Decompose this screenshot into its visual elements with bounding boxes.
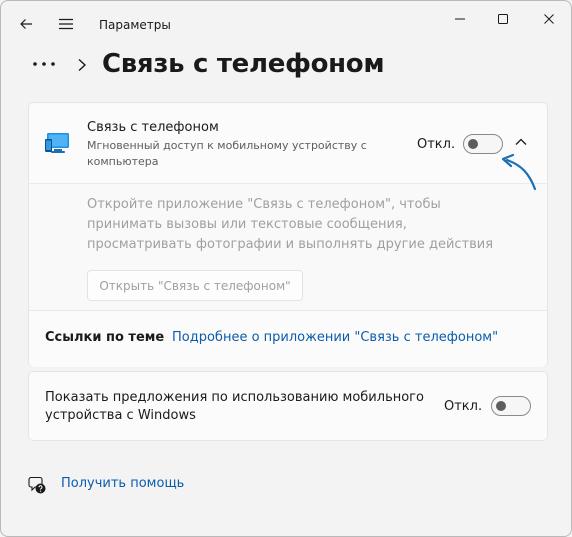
back-button[interactable] — [11, 9, 41, 39]
page-title: Связь с телефоном — [102, 49, 385, 79]
learn-more-phone-link[interactable]: Подробнее о приложении "Связь с телефоно… — [172, 330, 498, 345]
related-links-label: Ссылки по теме — [45, 330, 165, 345]
related-links-row: Ссылки по теме Подробнее о приложении "С… — [29, 310, 547, 367]
maximize-icon — [498, 14, 508, 24]
maximize-button[interactable] — [483, 7, 523, 31]
hamburger-menu-icon — [59, 18, 73, 30]
settings-window: Параметры Связь с телефоном Связь с теле… — [0, 0, 572, 537]
more-dots-icon — [33, 62, 55, 66]
phone-link-expanded-content: Откройте приложение "Связь с телефоном",… — [29, 184, 547, 310]
phone-link-state-label: Откл. — [417, 137, 456, 152]
toggle-knob — [468, 139, 478, 149]
help-chat-icon — [28, 476, 46, 494]
open-phone-link-button[interactable]: Открыть "Связь с телефоном" — [87, 270, 303, 301]
close-button[interactable] — [529, 7, 569, 31]
back-arrow-icon — [20, 19, 32, 29]
chevron-right-icon — [78, 58, 87, 72]
toggle-knob — [496, 401, 506, 411]
suggestions-text: Показать предложения по использованию мо… — [45, 390, 424, 423]
breadcrumb-more-button[interactable] — [31, 53, 57, 75]
suggestions-toggle[interactable] — [491, 396, 531, 416]
navigation-menu-button[interactable] — [51, 9, 81, 39]
chevron-up-icon[interactable] — [513, 134, 529, 150]
phone-link-title: Связь с телефоном — [87, 120, 219, 135]
app-title: Параметры — [99, 18, 171, 32]
annotation-arrow-icon — [501, 153, 537, 191]
title-bar: Параметры — [1, 1, 571, 51]
get-help-link[interactable]: Получить помощь — [61, 476, 184, 491]
phone-link-icon — [45, 133, 69, 153]
phone-link-description: Мгновенный доступ к мобильному устройств… — [87, 139, 367, 168]
phone-link-info-text: Откройте приложение "Связь с телефоном",… — [87, 197, 494, 252]
suggestions-card: Показать предложения по использованию мо… — [28, 371, 548, 441]
minimize-icon — [455, 18, 465, 20]
close-icon — [544, 14, 554, 24]
suggestions-state-label: Откл. — [444, 399, 483, 414]
phone-link-card: Связь с телефоном Мгновенный доступ к мо… — [28, 102, 548, 367]
minimize-button[interactable] — [440, 7, 480, 31]
